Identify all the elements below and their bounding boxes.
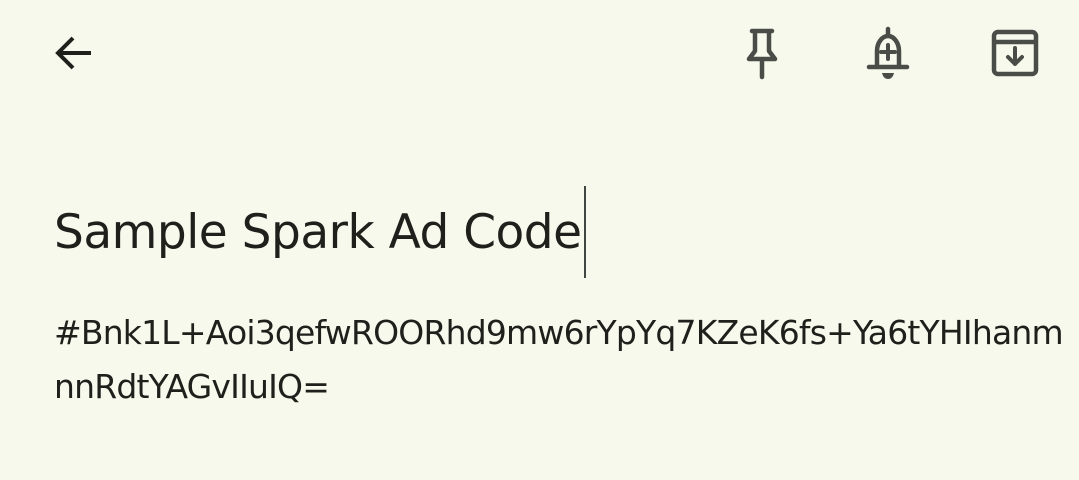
archive-icon <box>991 29 1039 77</box>
reminder-button[interactable] <box>856 21 920 85</box>
note-toolbar <box>0 0 1079 108</box>
note-title-text: Sample Spark Ad Code <box>54 204 582 260</box>
pin-button[interactable] <box>730 21 794 85</box>
text-cursor <box>583 186 586 278</box>
bell-plus-icon <box>866 26 910 79</box>
back-button[interactable] <box>42 21 106 85</box>
pin-icon <box>746 28 778 80</box>
note-title-field[interactable]: Sample Spark Ad Code <box>54 186 586 278</box>
note-body-field[interactable]: #Bnk1L+Aoi3qefwROORhd9mw6rYpYq7KZeK6fs+Y… <box>54 306 1064 414</box>
note-body-text: #Bnk1L+Aoi3qefwROORhd9mw6rYpYq7KZeK6fs+Y… <box>54 313 1064 406</box>
arrow-left-icon <box>55 36 91 70</box>
archive-button[interactable] <box>983 21 1047 85</box>
